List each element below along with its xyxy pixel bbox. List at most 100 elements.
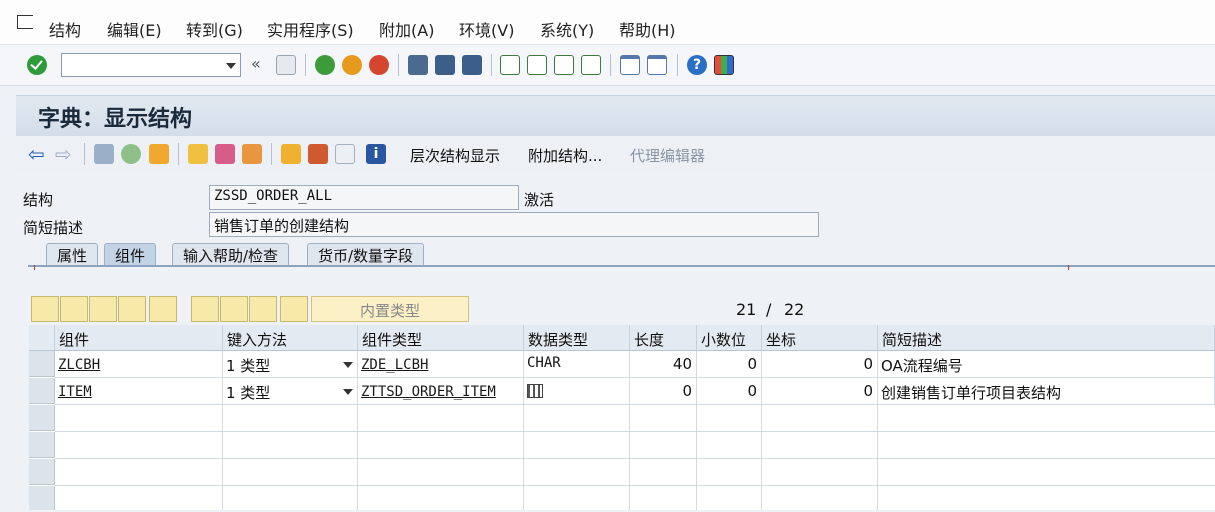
previous-page-icon[interactable] [527, 55, 547, 75]
row-selector[interactable] [29, 378, 55, 404]
insert-row-icon[interactable] [118, 296, 146, 322]
tab-input-help-check[interactable]: 输入帮助/检查 [172, 243, 290, 265]
find-next-icon[interactable] [462, 55, 482, 75]
decimals-cell[interactable]: 0 [697, 351, 762, 378]
data-type-cell[interactable] [524, 378, 630, 405]
builtin-type-button[interactable]: 内置类型 [311, 296, 469, 322]
save-icon[interactable] [276, 55, 296, 75]
component-type-link[interactable]: ZDE_LCBH [361, 357, 428, 373]
table-view-icon[interactable] [335, 144, 355, 164]
data-type-cell[interactable]: CHAR [524, 351, 630, 378]
column-header-length[interactable]: 长度 [630, 325, 697, 351]
tab-components[interactable]: 组件 [104, 243, 157, 265]
display-change-icon[interactable] [94, 144, 114, 164]
cancel-icon[interactable] [369, 55, 389, 75]
exit-icon[interactable] [342, 55, 362, 75]
technical-settings-icon[interactable] [215, 144, 235, 164]
scroll-down-icon[interactable] [191, 296, 219, 322]
column-header-component[interactable]: 组件 [55, 325, 223, 351]
row-counter-total: 22 [784, 300, 805, 319]
object-list-icon[interactable] [308, 144, 328, 164]
menu-structure[interactable]: 结构 [49, 17, 81, 41]
short-description-label: 简短描述 [23, 219, 84, 237]
help-icon[interactable]: ? [687, 55, 707, 75]
find-icon[interactable] [435, 55, 455, 75]
menu-help[interactable]: 帮助(H) [619, 17, 676, 41]
column-header-short-description[interactable]: 简短描述 [878, 325, 1215, 351]
print-icon[interactable] [408, 55, 428, 75]
row-selector[interactable] [29, 459, 55, 485]
cut-row-icon[interactable] [31, 296, 59, 322]
where-used-icon[interactable] [188, 144, 208, 164]
copy-row-icon[interactable] [60, 296, 88, 322]
back-arrow-icon[interactable]: ⇦ [28, 144, 45, 164]
coordinate-cell[interactable]: 0 [762, 351, 878, 378]
new-session-icon[interactable] [620, 55, 640, 75]
short-description-cell[interactable]: 创建销售订单行项目表结构 [878, 378, 1215, 405]
tab-attributes[interactable]: 属性 [46, 243, 99, 265]
customize-layout-icon[interactable] [714, 55, 734, 75]
row-selector[interactable] [29, 351, 55, 377]
menu-extras[interactable]: 附加(A) [379, 17, 434, 41]
command-field[interactable] [61, 53, 241, 77]
delete-row-icon[interactable] [149, 296, 177, 322]
title-bar: 字典：显示结构 [16, 95, 1215, 136]
length-cell[interactable]: 0 [630, 378, 697, 405]
scroll-up-icon[interactable] [280, 296, 308, 322]
activate-icon[interactable] [149, 144, 169, 164]
forward-arrow-icon[interactable]: ⇨ [55, 144, 72, 164]
column-header-data-type[interactable]: 数据类型 [524, 325, 630, 351]
column-header-decimals[interactable]: 小数位 [697, 325, 762, 351]
menu-bar: 结构 编辑(E) 转到(G) 实用程序(S) 附加(A) 环境(V) 系统(Y)… [0, 0, 1215, 45]
structure-name-field[interactable]: ZSSD_ORDER_ALL [209, 185, 519, 210]
menu-goto[interactable]: 转到(G) [186, 17, 243, 41]
panel-corner-left [34, 265, 35, 270]
paste-row-icon[interactable] [89, 296, 117, 322]
component-name-link[interactable]: ITEM [58, 384, 92, 400]
collapse-icon[interactable]: « [251, 54, 261, 73]
back-icon[interactable] [315, 55, 335, 75]
info-icon[interactable]: i [366, 144, 386, 164]
decimals-cell[interactable]: 0 [697, 378, 762, 405]
typing-method-select[interactable]: 1 类型 [223, 351, 358, 378]
column-header-typing-method[interactable]: 键入方法 [223, 325, 358, 351]
menu-system[interactable]: 系统(Y) [540, 17, 594, 41]
menu-edit[interactable]: 编辑(E) [107, 17, 162, 41]
short-description-field[interactable]: 销售订单的创建结构 [209, 212, 819, 237]
row-counter-separator: / [766, 300, 772, 319]
other-object-icon[interactable] [121, 144, 141, 164]
length-cell[interactable]: 40 [630, 351, 697, 378]
component-type-link[interactable]: ZTTSD_ORDER_ITEM [361, 384, 496, 400]
column-header-coordinate[interactable]: 坐标 [762, 325, 878, 351]
last-page-icon[interactable] [581, 55, 601, 75]
chevron-down-icon[interactable] [226, 63, 236, 69]
chevron-down-icon[interactable] [343, 362, 353, 368]
next-page-icon[interactable] [554, 55, 574, 75]
enter-check-icon[interactable] [27, 55, 47, 75]
first-page-icon[interactable] [500, 55, 520, 75]
component-name-link[interactable]: ZLCBH [58, 357, 100, 373]
row-selector[interactable] [29, 405, 55, 431]
menu-environment[interactable]: 环境(V) [459, 17, 514, 41]
select-all-icon[interactable] [220, 296, 248, 322]
append-structure-button[interactable]: 附加结构... [528, 145, 602, 166]
structure-label: 结构 [23, 191, 54, 209]
short-description-cell[interactable]: OA流程编号 [878, 351, 1215, 378]
navigate-icon[interactable] [242, 144, 262, 164]
tab-currency-quantity-fields[interactable]: 货币/数量字段 [307, 243, 425, 265]
chevron-down-icon[interactable] [343, 389, 353, 395]
select-all-header[interactable] [29, 325, 55, 351]
shortcut-icon[interactable] [647, 55, 667, 75]
empty-rows-columns [55, 405, 1215, 510]
deselect-all-icon[interactable] [249, 296, 277, 322]
hierarchy-display-button[interactable]: 层次结构显示 [410, 145, 500, 166]
row-selector[interactable] [29, 486, 55, 510]
row-selector[interactable] [29, 432, 55, 458]
components-table: 组件 键入方法 组件类型 数据类型 长度 小数位 坐标 简短描述 ZLCBH 1… [29, 325, 1215, 510]
typing-method-select[interactable]: 1 类型 [223, 378, 358, 405]
hierarchy-icon[interactable] [281, 144, 301, 164]
menu-app-icon[interactable] [17, 15, 33, 29]
coordinate-cell[interactable]: 0 [762, 378, 878, 405]
column-header-component-type[interactable]: 组件类型 [358, 325, 524, 351]
menu-utilities[interactable]: 实用程序(S) [267, 17, 354, 41]
